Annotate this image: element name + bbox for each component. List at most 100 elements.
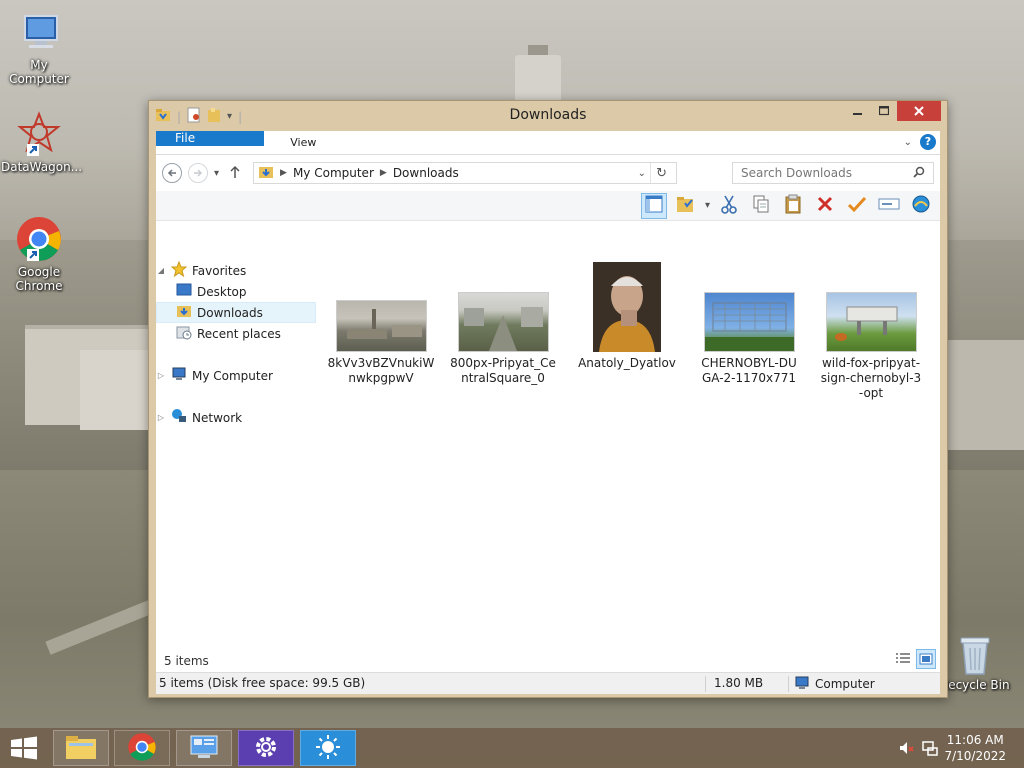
expand-ribbon-chevron-icon[interactable]: ⌄ xyxy=(904,137,912,148)
paste-button[interactable] xyxy=(780,193,806,219)
file-item[interactable]: 8kVv3vBZVnukiW nwkpgpwV xyxy=(327,300,435,386)
downloads-folder-icon xyxy=(176,303,192,322)
delete-button[interactable] xyxy=(812,193,838,219)
nav-item-downloads[interactable]: Downloads xyxy=(156,302,316,323)
large-icons-view-button[interactable] xyxy=(916,649,936,669)
address-box[interactable]: ▶ My Computer ▶ Downloads ⌄ ↻ xyxy=(253,162,678,184)
back-button[interactable] xyxy=(162,163,182,183)
taskbar-control-panel[interactable] xyxy=(176,730,232,766)
command-toolbar: ▾ xyxy=(156,191,940,221)
file-item[interactable]: 800px-Pripyat_Ce ntralSquare_0 xyxy=(449,292,557,386)
recent-locations-chevron-icon[interactable]: ▾ xyxy=(214,168,219,179)
view-toggle xyxy=(893,649,936,669)
desktop-icon-label: My Computer xyxy=(9,58,69,86)
ribbon-tabs: File Home Share View ⌄ ? xyxy=(156,131,940,155)
copy-icon xyxy=(752,194,770,218)
search-icon[interactable] xyxy=(913,166,925,181)
chrome-icon xyxy=(15,215,63,263)
nav-item-desktop[interactable]: Desktop xyxy=(156,281,316,302)
content-area: ◢ Favorites Desktop Downloads Recent pla… xyxy=(156,252,940,599)
nav-label-downloads: Downloads xyxy=(197,305,263,320)
file-item[interactable]: wild-fox-pripyat- sign-chernobyl-3 -opt xyxy=(817,292,925,401)
disk-summary: 5 items (Disk free space: 99.5 GB) xyxy=(159,676,366,690)
file-thumbnail xyxy=(825,292,917,352)
up-arrow-icon[interactable] xyxy=(229,165,241,182)
taskbar-settings[interactable] xyxy=(238,730,294,766)
search-box[interactable]: Search Downloads xyxy=(732,162,934,184)
computer-icon xyxy=(795,676,809,693)
nav-item-favorites[interactable]: ◢ Favorites xyxy=(156,260,316,281)
nav-label-favorites: Favorites xyxy=(192,263,247,278)
copy-button[interactable] xyxy=(748,193,774,219)
nav-label-desktop: Desktop xyxy=(197,284,247,299)
tab-view[interactable]: View xyxy=(276,131,330,154)
breadcrumb-downloads[interactable]: Downloads xyxy=(393,166,459,180)
network-globe-button[interactable] xyxy=(908,193,934,219)
taskbar-chrome[interactable] xyxy=(114,730,170,766)
file-item[interactable]: CHERNOBYL-DU GA-2-1170x771 xyxy=(695,292,803,386)
file-name-line: wild-fox-pripyat- xyxy=(821,356,921,370)
close-button[interactable] xyxy=(897,101,941,121)
location-label: Computer xyxy=(815,677,875,691)
recent-places-icon xyxy=(176,324,192,343)
network-status-icon[interactable] xyxy=(922,740,938,759)
clipboard-icon xyxy=(784,194,802,218)
file-name-line: CHERNOBYL-DU xyxy=(701,356,797,370)
collapse-triangle-icon[interactable]: ◢ xyxy=(156,266,166,275)
desktop-icon xyxy=(176,283,192,300)
search-input[interactable]: Search Downloads xyxy=(741,166,852,180)
nav-label-recent-places: Recent places xyxy=(197,326,281,341)
preview-pane-button[interactable] xyxy=(640,192,667,219)
window-controls xyxy=(845,101,941,121)
apply-button[interactable] xyxy=(844,193,870,219)
taskbar-weather[interactable] xyxy=(300,730,356,766)
start-button[interactable] xyxy=(10,736,38,760)
pane-layout-icon xyxy=(645,195,663,217)
expand-triangle-icon[interactable]: ▷ xyxy=(156,413,166,422)
desktop-icon-datawagon[interactable]: DataWagon... xyxy=(1,110,82,174)
address-history-chevron-icon[interactable]: ⌄ xyxy=(638,168,646,179)
file-thumbnail xyxy=(335,300,427,352)
forward-button[interactable] xyxy=(188,163,208,183)
taskbar: 11:06 AM 7/10/2022 xyxy=(0,728,1024,768)
address-bar-row: ▾ ▶ My Computer ▶ Downloads ⌄ ↻ Search D… xyxy=(156,155,940,191)
title-bar[interactable]: | ▾ | Downloads xyxy=(149,101,947,131)
file-name-line: Anatoly_Dyatlov xyxy=(578,356,676,370)
downloads-folder-icon xyxy=(258,164,274,183)
windows-logo-icon xyxy=(10,736,38,763)
maximize-button[interactable] xyxy=(871,101,897,121)
check-folder-button[interactable] xyxy=(673,193,699,219)
recycle-bin-icon xyxy=(955,632,995,676)
nav-label-my-computer: My Computer xyxy=(192,368,273,383)
computer-icon xyxy=(171,366,187,385)
desktop-icon-my-computer[interactable]: My Computer xyxy=(1,8,77,86)
nav-item-my-computer[interactable]: ▷ My Computer xyxy=(156,365,316,386)
nav-item-network[interactable]: ▷ Network xyxy=(156,407,316,428)
breadcrumb-separator-icon: ▶ xyxy=(379,168,387,178)
tab-file[interactable]: File xyxy=(156,131,264,146)
chrome-icon xyxy=(127,732,157,765)
network-icon xyxy=(171,408,187,427)
desktop-icon-recycle-bin[interactable]: Recycle Bin xyxy=(937,632,1013,692)
clock[interactable]: 11:06 AM 7/10/2022 xyxy=(944,732,1006,764)
expand-triangle-icon[interactable]: ▷ xyxy=(156,371,166,380)
rename-button[interactable] xyxy=(876,193,902,219)
file-thumbnail xyxy=(593,262,661,352)
details-view-button[interactable] xyxy=(893,649,913,669)
taskbar-file-explorer[interactable] xyxy=(53,730,109,766)
help-icon[interactable]: ? xyxy=(920,134,936,150)
file-name-line: sign-chernobyl-3 xyxy=(820,371,922,385)
toolbar-dropdown-chevron-icon[interactable]: ▾ xyxy=(705,200,710,211)
refresh-icon[interactable]: ↻ xyxy=(650,163,672,183)
cut-button[interactable] xyxy=(716,193,742,219)
minimize-button[interactable] xyxy=(845,101,871,121)
checkmark-icon xyxy=(847,195,867,217)
desktop-icon-google-chrome[interactable]: Google Chrome xyxy=(1,215,77,293)
nav-item-recent-places[interactable]: Recent places xyxy=(156,323,316,344)
item-count: 5 items xyxy=(164,654,209,668)
details-bar: 5 items (Disk free space: 99.5 GB) 1.80 … xyxy=(156,672,940,694)
delete-x-icon xyxy=(816,195,834,217)
breadcrumb-my-computer[interactable]: My Computer xyxy=(293,166,374,180)
file-item[interactable]: Anatoly_Dyatlov xyxy=(573,262,681,371)
volume-muted-icon[interactable] xyxy=(898,740,914,759)
